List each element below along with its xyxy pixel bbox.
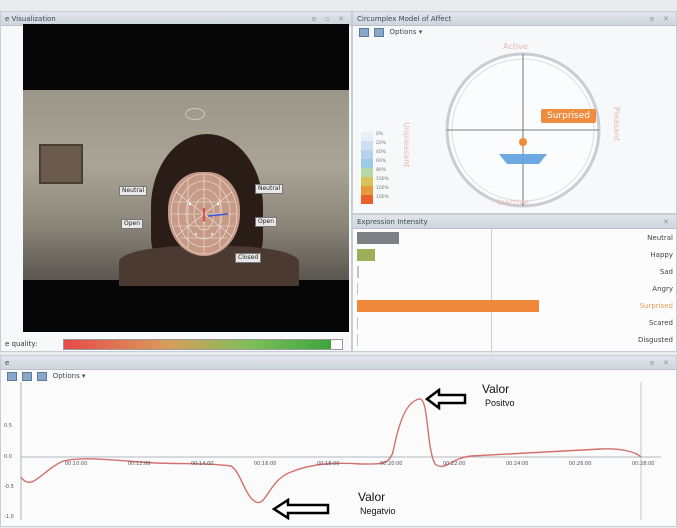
valence-chart — [20, 382, 661, 520]
legend-label: 100% — [376, 195, 389, 200]
face-panel-title: e Visualization — [5, 15, 56, 23]
export-icon[interactable] — [374, 27, 385, 37]
circumplex-titlebar: Circumplex Model of Affect ≡ ✕ — [353, 12, 676, 26]
expression-label-sad: Sad — [659, 268, 673, 276]
valence-x-tick: 00:18:00 — [317, 461, 340, 467]
legend-label: 60% — [376, 159, 387, 164]
face-quality-fill — [64, 340, 331, 349]
video-feed: Neutral Neutral Open Open Closed — [23, 24, 349, 332]
circumplex-label-bottom: Inactive — [497, 198, 529, 207]
valence-x-tick: 00:20:00 — [380, 461, 403, 467]
current-emotion-badge: Surprised — [541, 109, 596, 123]
valence-title: e — [5, 359, 10, 367]
expression-window-controls[interactable]: ✕ — [663, 215, 672, 229]
expression-divider — [491, 229, 492, 353]
legend-swatch — [361, 195, 373, 204]
arrow-left-icon — [272, 498, 330, 520]
valence-titlebar: e ≡ ✕ — [1, 356, 676, 370]
expression-bar-surprised — [357, 300, 539, 312]
valence-x-tick: 00:22:00 — [443, 461, 466, 467]
valence-x-tick: 00:28:00 — [632, 461, 655, 467]
circumplex-intensity-sector — [499, 154, 547, 164]
arrow-left-icon — [425, 388, 467, 410]
legend-label: 0% — [376, 132, 384, 137]
circumplex-current-point — [519, 138, 527, 146]
label-right-eye: Open — [255, 217, 278, 227]
circumplex-label-right: Pleasant — [612, 107, 621, 142]
legend-label: 100% — [376, 186, 389, 191]
valence-panel: e ≡ ✕ Options ▾ 0.5 0.0 -0.5 -1.0 00:10:00 00… — [0, 355, 677, 527]
expression-label-neutral: Neutral — [647, 234, 673, 242]
circumplex-title: Circumplex Model of Affect — [357, 15, 452, 23]
expression-label-disgusted: Disgusted — [637, 336, 673, 344]
expression-label-surprised: Surprised — [639, 302, 673, 310]
zoom-out-icon[interactable] — [37, 371, 48, 381]
legend-swatch — [361, 186, 373, 195]
face-quality-bar — [63, 339, 343, 350]
label-right-brow: Neutral — [255, 184, 284, 194]
circumplex-window-controls[interactable]: ≡ ✕ — [649, 12, 672, 26]
annotation-positive-title: Valor — [482, 382, 510, 396]
valence-x-tick: 00:16:00 — [254, 461, 277, 467]
ceiling-lamp — [185, 108, 205, 120]
circumplex-label-top: Active — [503, 42, 528, 51]
annotation-negative-title: Valor — [358, 490, 386, 504]
valence-curve — [20, 398, 642, 504]
wall-picture — [39, 144, 83, 184]
annotation-positive-subtitle: Positvo — [485, 398, 515, 408]
expression-bar-happy — [357, 249, 376, 261]
legend-swatch — [361, 141, 373, 150]
valence-y-tick: 0.5 — [4, 423, 12, 429]
valence-x-tick: 00:26:00 — [569, 461, 592, 467]
legend-swatch — [361, 177, 373, 186]
valence-y-tick: -0.5 — [4, 484, 14, 490]
expression-bar-scared — [357, 317, 358, 329]
expression-bar-neutral — [357, 232, 399, 244]
legend-swatch — [361, 132, 373, 141]
valence-x-tick: 00:14:00 — [191, 461, 214, 467]
legend-swatch — [361, 150, 373, 159]
legend-label: 20% — [376, 141, 387, 146]
label-left-eye: Open — [121, 219, 144, 229]
valence-options-button[interactable]: Options ▾ — [53, 372, 86, 380]
expression-title: Expression Intensity — [357, 218, 428, 226]
valence-y-tick: 0.0 — [4, 454, 12, 460]
expression-titlebar: Expression Intensity ✕ — [353, 215, 676, 229]
valence-y-tick: -1.0 — [4, 514, 14, 520]
face-mesh-overlay — [170, 173, 238, 255]
valence-toolbar: Options ▾ — [1, 370, 676, 382]
circumplex-panel: Circumplex Model of Affect ≡ ✕ Options ▾… — [352, 11, 677, 214]
valence-x-tick: 00:24:00 — [506, 461, 529, 467]
expression-intensity-panel: Expression Intensity ✕ Neutral Happy Sad An… — [352, 214, 677, 353]
valence-x-tick: 00:10:00 — [65, 461, 88, 467]
expression-label-scared: Scared — [648, 319, 673, 327]
label-mouth: Closed — [235, 253, 262, 263]
legend-swatch — [361, 168, 373, 177]
face-quality-label: e quality: — [5, 340, 38, 348]
valence-window-controls[interactable]: ≡ ✕ — [649, 356, 672, 370]
zoom-in-icon[interactable] — [22, 371, 33, 381]
legend-label: 40% — [376, 150, 387, 155]
expression-bar-sad — [357, 266, 359, 278]
circumplex-options-button[interactable]: Options ▾ — [389, 28, 422, 36]
expression-bar-disgusted — [357, 334, 358, 346]
expression-bar-angry — [357, 283, 358, 295]
valence-x-tick: 00:12:00 — [128, 461, 151, 467]
intensity-color-legend — [361, 132, 373, 204]
expression-label-angry: Angry — [652, 285, 673, 293]
expression-label-happy: Happy — [650, 251, 673, 259]
legend-swatch — [361, 159, 373, 168]
export-icon[interactable] — [7, 371, 17, 381]
circumplex-label-left: Unpleasant — [402, 122, 411, 168]
circumplex-toolbar: Options ▾ — [353, 26, 676, 38]
save-icon[interactable] — [359, 27, 369, 37]
legend-label: 100% — [376, 177, 389, 182]
legend-label: 80% — [376, 168, 387, 173]
annotation-negative-subtitle: Negatvio — [360, 506, 396, 516]
face-visualization-panel: e Visualization ≡ ▫ ✕ Neutral Neutral Op… — [0, 11, 352, 352]
label-left-brow: Neutral — [119, 186, 148, 196]
